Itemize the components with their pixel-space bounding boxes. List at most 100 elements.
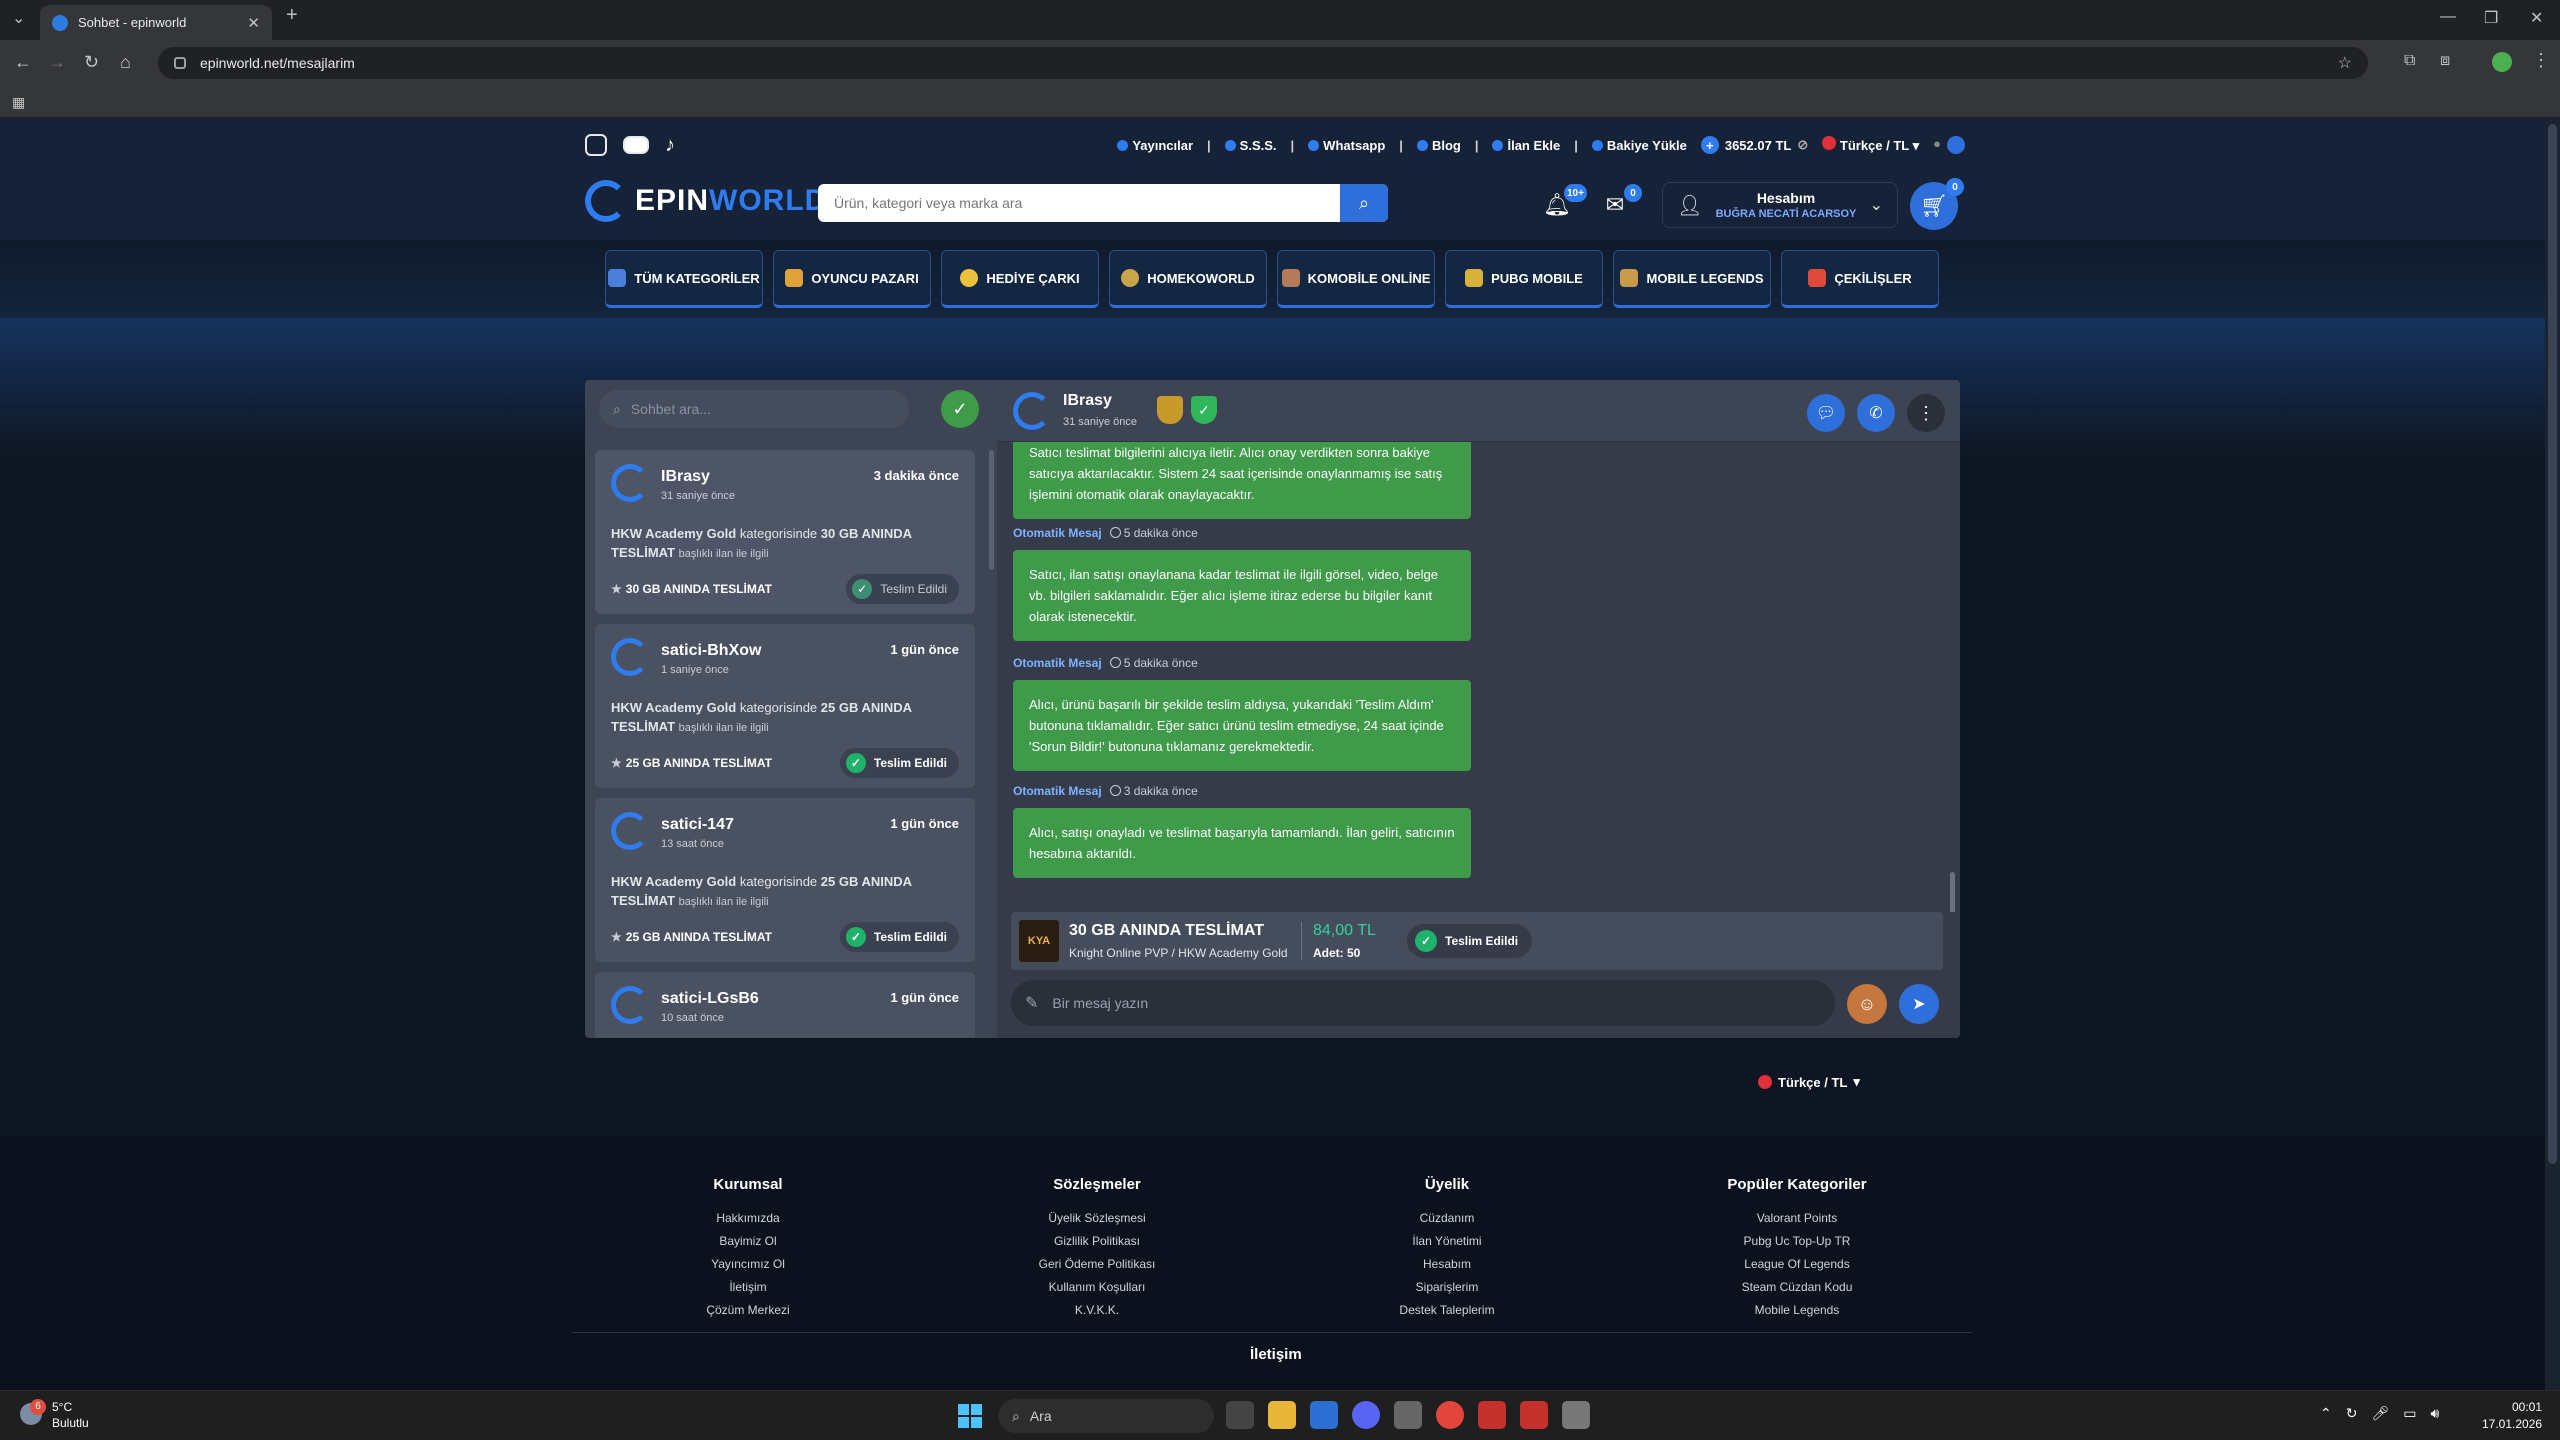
- instagram-icon[interactable]: [585, 134, 607, 156]
- category-homekoworld[interactable]: HOMEKOWORLD: [1109, 250, 1267, 308]
- footer-link[interactable]: League Of Legends: [1677, 1253, 1917, 1276]
- sidebar-scrollbar[interactable]: [989, 450, 994, 570]
- system-clock[interactable]: 00:01 17.01.2026: [2482, 1399, 2542, 1433]
- site-search-input[interactable]: [818, 184, 1340, 222]
- footer-link[interactable]: Gizlilik Politikası: [977, 1230, 1217, 1253]
- tab-search-icon[interactable]: ⌄: [12, 8, 25, 28]
- address-bar[interactable]: epinworld.net/mesajlarim ☆: [158, 47, 2368, 79]
- sync-icon[interactable]: ↻: [2346, 1405, 2358, 1422]
- scrollbar-thumb[interactable]: [2548, 124, 2557, 1164]
- category-all[interactable]: TÜM KATEGORİLER: [605, 250, 763, 308]
- conversation-item[interactable]: satici-LGsB6 10 saat önce 1 gün önce: [595, 972, 975, 1038]
- reload-icon[interactable]: ↻: [84, 52, 99, 73]
- language-selector-bottom[interactable]: Türkçe / TL ▾: [1758, 1074, 1860, 1090]
- emoji-button[interactable]: ☺: [1847, 984, 1887, 1024]
- back-icon[interactable]: ←: [14, 52, 32, 73]
- call-button[interactable]: ✆: [1857, 394, 1895, 432]
- pdf-icon[interactable]: [1478, 1401, 1506, 1429]
- footer-link[interactable]: K.V.K.K.: [977, 1299, 1217, 1322]
- footer-link[interactable]: Siparişlerim: [1327, 1276, 1567, 1299]
- mark-all-read-button[interactable]: ✓: [941, 390, 979, 428]
- weather-widget[interactable]: 6 5°C Bulutlu: [20, 1399, 89, 1431]
- new-tab-icon[interactable]: +: [286, 4, 298, 27]
- pdf-icon-2[interactable]: [1520, 1401, 1548, 1429]
- file-explorer-icon[interactable]: [1268, 1401, 1296, 1429]
- top-link-whatsapp[interactable]: Whatsapp: [1308, 138, 1385, 153]
- volume-icon[interactable]: 🔊︎: [2430, 1405, 2439, 1422]
- attachment-icon[interactable]: ✎: [1025, 993, 1038, 1013]
- chrome-icon[interactable]: [1436, 1401, 1464, 1429]
- footer-link[interactable]: Bayimiz Ol: [628, 1230, 868, 1253]
- top-link-bakiye-yukle[interactable]: Bakiye Yükle: [1591, 138, 1687, 153]
- site-info-icon[interactable]: [174, 57, 186, 69]
- top-link-sss[interactable]: S.S.S.: [1224, 138, 1277, 153]
- profile-avatar[interactable]: [2492, 52, 2512, 72]
- forward-icon[interactable]: →: [48, 52, 66, 73]
- top-link-blog[interactable]: Blog: [1416, 138, 1461, 153]
- message-input[interactable]: [1052, 995, 1835, 1011]
- browser-menu-icon[interactable]: ⋮: [2532, 50, 2550, 71]
- store-icon[interactable]: [1310, 1401, 1338, 1429]
- balance-display[interactable]: +3652.07 TL ⊘: [1700, 136, 1808, 154]
- footer-link[interactable]: Destek Taleplerim: [1327, 1299, 1567, 1322]
- conversation-item[interactable]: IBrasy 31 saniye önce 3 dakika önce HKW …: [595, 450, 975, 614]
- extensions-icon[interactable]: ⧉: [2404, 52, 2415, 70]
- category-komobile[interactable]: KOMOBİLE ONLİNE: [1277, 250, 1435, 308]
- top-link-yayincilar[interactable]: Yayıncılar: [1117, 138, 1193, 153]
- search-button[interactable]: ⌕: [1340, 184, 1388, 222]
- conversation-item[interactable]: satici-BhXow 1 saniye önce 1 gün önce HK…: [595, 624, 975, 788]
- tray-chevron-icon[interactable]: ⌃: [2320, 1405, 2332, 1422]
- eye-off-icon[interactable]: ⊘: [1797, 137, 1808, 153]
- send-button[interactable]: ➤: [1899, 984, 1939, 1024]
- footer-link[interactable]: Steam Cüzdan Kodu: [1677, 1276, 1917, 1299]
- category-mobile-legends[interactable]: MOBILE LEGENDS: [1613, 250, 1771, 308]
- footer-link[interactable]: Yayıncımız Ol: [628, 1253, 868, 1276]
- discord-icon[interactable]: [1352, 1401, 1380, 1429]
- footer-link[interactable]: İlan Yönetimi: [1327, 1230, 1567, 1253]
- footer-link[interactable]: Üyelik Sözleşmesi: [977, 1207, 1217, 1230]
- footer-link[interactable]: Geri Ödeme Politikası: [977, 1253, 1217, 1276]
- start-button[interactable]: [958, 1404, 982, 1428]
- footer-link[interactable]: Valorant Points: [1677, 1207, 1917, 1230]
- puzzle-icon[interactable]: ⧈: [2440, 52, 2450, 70]
- task-view-icon[interactable]: [1226, 1401, 1254, 1429]
- theme-toggle[interactable]: ●: [1933, 136, 1965, 154]
- microphone-icon[interactable]: 🎤︎: [2371, 1405, 2389, 1422]
- footer-link[interactable]: Çözüm Merkezi: [628, 1299, 868, 1322]
- category-hediye-carki[interactable]: HEDİYE ÇARKI: [941, 250, 1099, 308]
- page-scrollbar[interactable]: [2545, 118, 2560, 1390]
- category-cekilisler[interactable]: ÇEKİLİŞLER: [1781, 250, 1939, 308]
- category-pubg[interactable]: PUBG MOBILE: [1445, 250, 1603, 308]
- taskbar-search[interactable]: ⌕ Ara: [998, 1399, 1214, 1433]
- footer-link[interactable]: Hakkımızda: [628, 1207, 868, 1230]
- footer-link[interactable]: İletişim: [628, 1276, 868, 1299]
- order-product-card[interactable]: KYA 30 GB ANINDA TESLİMAT Knight Online …: [1011, 912, 1943, 970]
- messages-scrollbar[interactable]: [1950, 872, 1955, 912]
- conversation-item[interactable]: satici-147 13 saat önce 1 gün önce HKW A…: [595, 798, 975, 962]
- tab-close-icon[interactable]: ✕: [247, 14, 260, 32]
- app-icon[interactable]: [1394, 1401, 1422, 1429]
- add-balance-icon[interactable]: +: [1700, 136, 1719, 154]
- chat-bubble-button[interactable]: 💬︎: [1807, 394, 1845, 432]
- bookmark-star-icon[interactable]: ☆: [2338, 53, 2352, 73]
- language-selector[interactable]: Türkçe / TL ▾: [1822, 136, 1919, 154]
- home-icon[interactable]: ⌂: [120, 52, 131, 73]
- top-link-ilan-ekle[interactable]: İlan Ekle: [1492, 138, 1560, 153]
- app-icon-2[interactable]: [1562, 1401, 1590, 1429]
- network-icon[interactable]: ▭: [2403, 1405, 2416, 1422]
- footer-link[interactable]: Pubg Uc Top-Up TR: [1677, 1230, 1917, 1253]
- account-menu[interactable]: 👤︎ Hesabım BUĞRA NECATİ ACARSOY ⌄: [1662, 182, 1898, 228]
- more-options-button[interactable]: ⋮: [1907, 394, 1945, 432]
- youtube-icon[interactable]: [623, 136, 649, 154]
- footer-link[interactable]: Kullanım Koşulları: [977, 1276, 1217, 1299]
- window-close-icon[interactable]: ✕: [2530, 8, 2543, 28]
- minimize-icon[interactable]: —: [2440, 8, 2456, 26]
- footer-link[interactable]: Hesabım: [1327, 1253, 1567, 1276]
- browser-tab[interactable]: Sohbet - epinworld ✕: [40, 5, 272, 40]
- footer-link[interactable]: Mobile Legends: [1677, 1299, 1917, 1322]
- site-logo[interactable]: EPIN WORLD: [585, 180, 827, 222]
- apps-grid-icon[interactable]: ▦: [12, 94, 25, 111]
- footer-link[interactable]: Cüzdanım: [1327, 1207, 1567, 1230]
- tiktok-icon[interactable]: ♪: [665, 134, 687, 156]
- maximize-icon[interactable]: ❐: [2484, 8, 2498, 28]
